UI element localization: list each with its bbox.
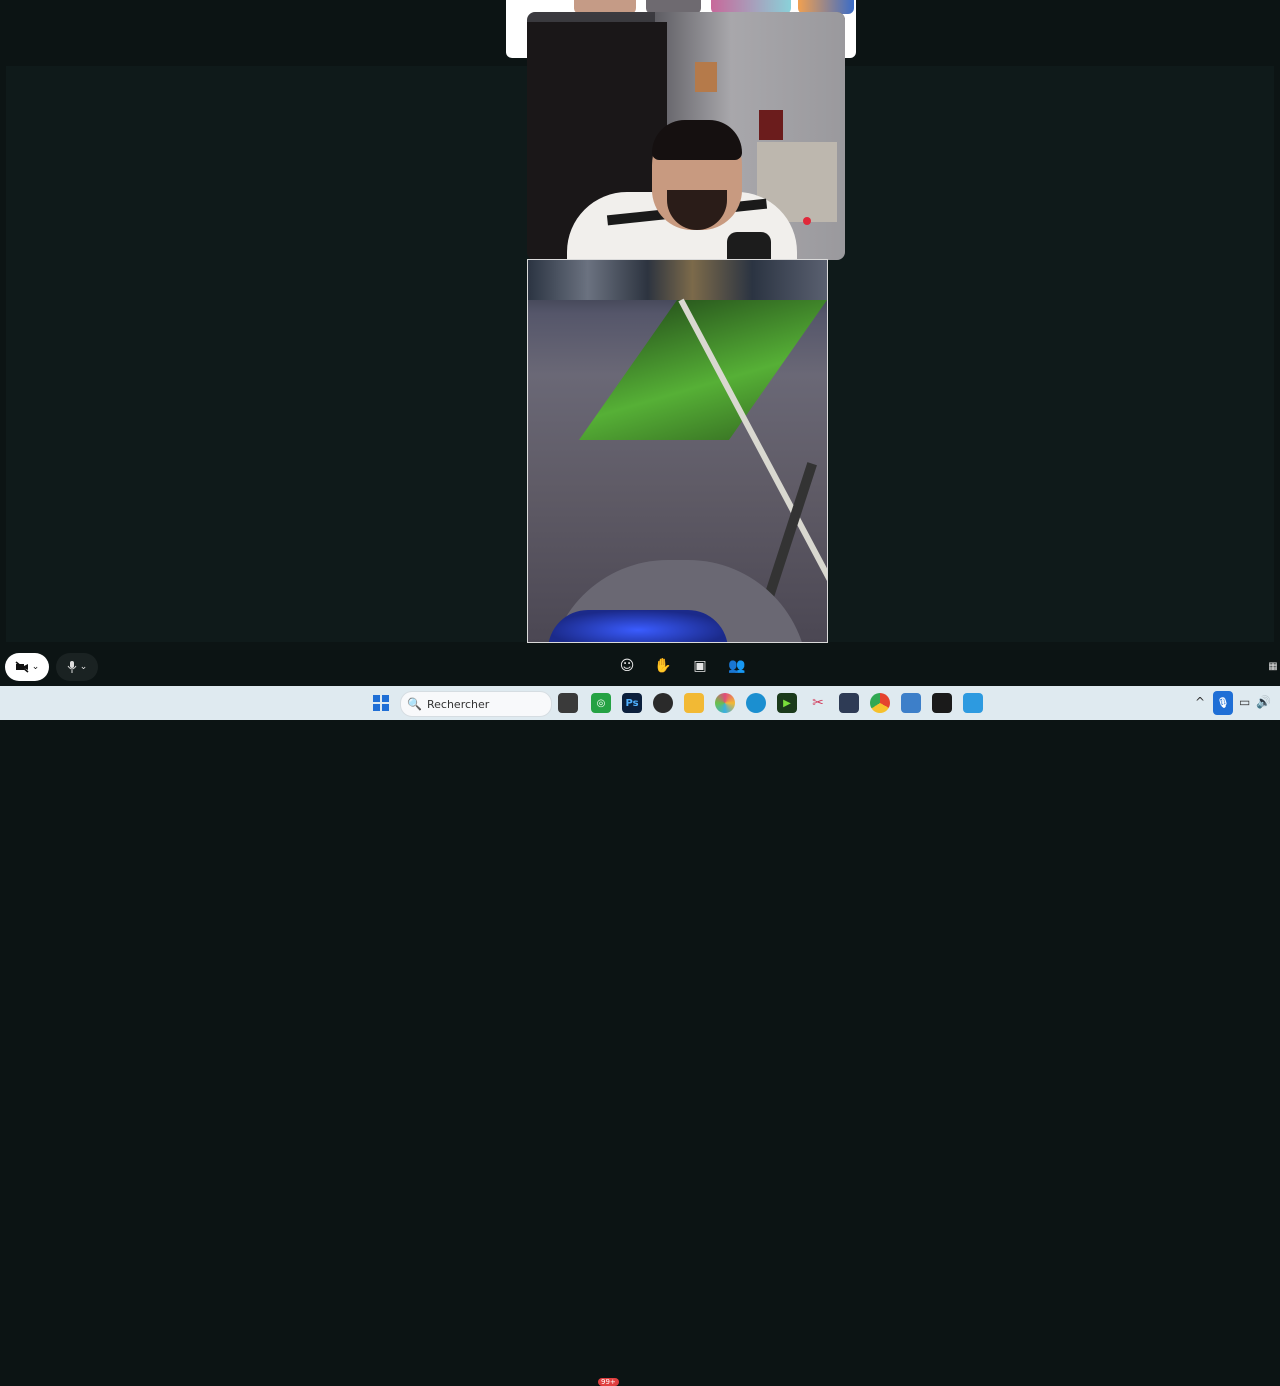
edge-icon[interactable]	[746, 693, 766, 713]
search-icon: 🔍	[407, 697, 422, 711]
chevron-down-icon: ⌄	[31, 662, 40, 672]
share-screen-icon: ▣	[693, 658, 707, 674]
share-screen-button[interactable]: ▣	[688, 654, 712, 678]
search-placeholder: Rechercher	[427, 697, 490, 711]
camera-toggle-button[interactable]: ⌄	[5, 653, 49, 681]
call-controls: ⌄ ⌄ ☺ ✋ ▣ 👥 ▦	[0, 646, 1280, 686]
emoji-icon: ☺	[619, 658, 635, 674]
camera-off-icon	[15, 661, 29, 673]
chevron-up-icon[interactable]: ^	[1195, 695, 1205, 709]
app-icon[interactable]	[839, 693, 859, 713]
raise-hand-button[interactable]: ✋	[651, 654, 675, 678]
microphone-icon	[67, 661, 77, 673]
participants-button[interactable]: 👥	[725, 654, 749, 678]
folder-icon[interactable]	[684, 693, 704, 713]
taskbar-search[interactable]: 🔍 Rechercher	[400, 691, 552, 717]
microphone-toggle-button[interactable]: ⌄	[56, 653, 98, 681]
more-options-button[interactable]: ▦	[1266, 654, 1280, 678]
mic-active-icon[interactable]: 🎙	[1213, 691, 1233, 715]
video-call-window: ⌄ ⌄ ☺ ✋ ▣ 👥 ▦	[0, 0, 1280, 686]
file-icon[interactable]	[558, 693, 578, 713]
chrome-icon[interactable]	[870, 693, 890, 713]
paint-icon[interactable]	[963, 693, 983, 713]
terminal-icon[interactable]: ▶	[777, 693, 797, 713]
whatsapp-badge: 99+	[598, 1378, 619, 1386]
raise-hand-icon: ✋	[654, 658, 672, 674]
grid-icon: ▦	[1268, 660, 1278, 672]
snipping-icon[interactable]: ✂	[808, 693, 828, 713]
notepad-icon[interactable]	[901, 693, 921, 713]
reactions-button[interactable]: ☺	[615, 654, 639, 678]
windows-taskbar: 🔍 Rechercher ◎ Ps ▶ ✂ 99+ ^ 🎙 ▭ 🔊	[0, 686, 1280, 1386]
whatsapp-icon[interactable]: ◎	[591, 693, 611, 713]
windows-start-button[interactable]	[371, 693, 391, 713]
webcam-video	[527, 12, 845, 260]
photoshop-icon[interactable]: Ps	[622, 693, 642, 713]
windows-start-icon	[373, 695, 389, 711]
capcut-icon[interactable]	[932, 693, 952, 713]
shared-video	[527, 259, 828, 643]
network-icon[interactable]: ▭	[1239, 695, 1250, 709]
color-app-icon[interactable]	[715, 693, 735, 713]
obs-icon[interactable]	[653, 693, 673, 713]
volume-icon[interactable]: 🔊	[1256, 695, 1271, 709]
participants-icon: 👥	[728, 658, 746, 674]
chevron-down-icon: ⌄	[79, 662, 88, 672]
